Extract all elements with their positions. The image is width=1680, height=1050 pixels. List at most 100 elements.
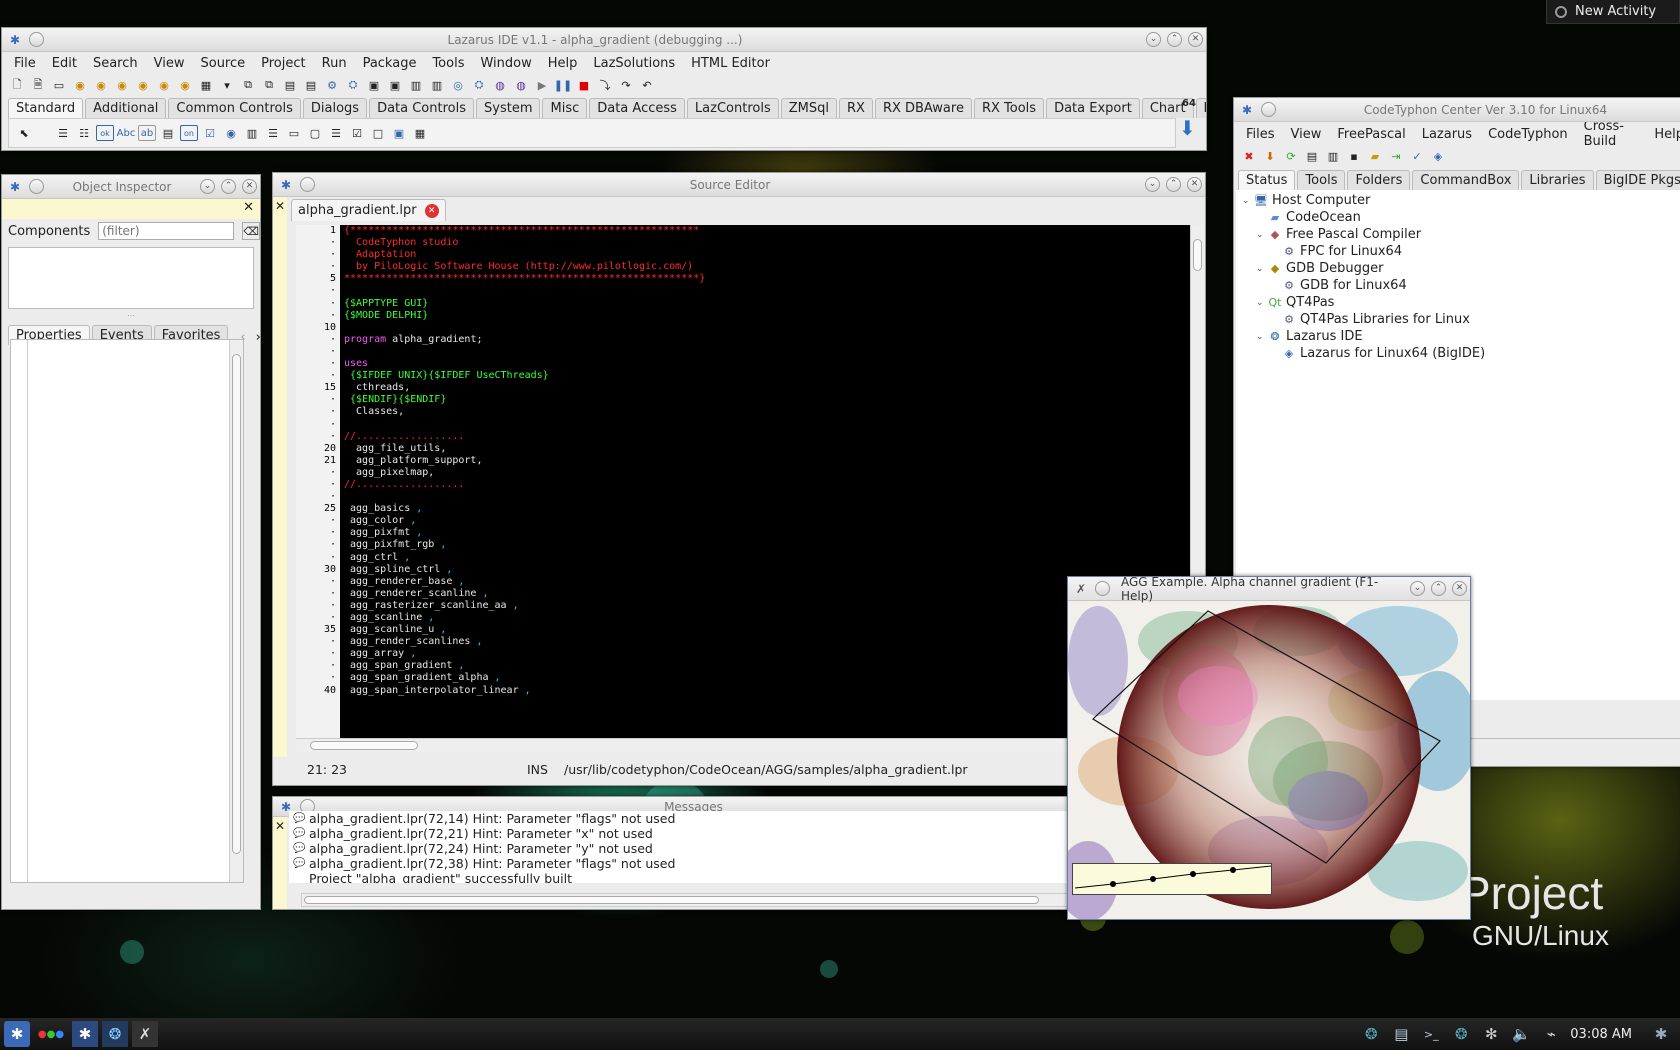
expand-toggle-icon[interactable]: ⌄ <box>1242 196 1254 206</box>
center-tab-folders[interactable]: Folders <box>1347 170 1411 190</box>
step-into-icon[interactable]: ⤵ <box>596 77 614 93</box>
ide-maximize-button[interactable]: ⌃ <box>1167 32 1182 47</box>
palette-tab-data-controls[interactable]: Data Controls <box>369 98 474 118</box>
code-line[interactable]: CodeTyphon studio <box>344 237 1190 249</box>
tcombobox-icon[interactable]: ☰ <box>264 125 282 141</box>
code-line[interactable] <box>344 491 1190 503</box>
expand-toggle-icon[interactable]: ⌄ <box>1256 230 1268 240</box>
center-app-icon[interactable]: ✱ <box>1240 103 1254 117</box>
code-line[interactable]: agg_renderer_scanline , <box>344 588 1190 600</box>
code-line[interactable]: {$APPTYPE GUI} <box>344 298 1190 310</box>
lazarus64-icon[interactable]: ◈ <box>1429 148 1447 164</box>
palette-tab-common-controls[interactable]: Common Controls <box>168 98 301 118</box>
tree-node[interactable]: ⚙ GDB for Linux64 <box>1236 277 1680 294</box>
components-icon[interactable]: ▥ <box>407 77 425 93</box>
object-inspector-titlebar[interactable]: ✱ Object Inspector ⌄ ⌃ ✕ <box>2 175 260 199</box>
code-line[interactable]: program alpha_gradient; <box>344 334 1190 346</box>
menu-file[interactable]: File <box>6 56 44 71</box>
menu-window[interactable]: Window <box>472 56 539 71</box>
tpopupmenu-icon[interactable]: ☷ <box>75 125 93 141</box>
code-line[interactable]: {$IFDEF UNIX}{$IFDEF UseCThreads} <box>344 370 1190 382</box>
center-menu-help[interactable]: Help <box>1646 127 1680 142</box>
menu-html-editor[interactable]: HTML Editor <box>683 56 778 71</box>
messages-hscroll-thumb[interactable] <box>304 896 1040 904</box>
tactionlist-icon[interactable]: ▦ <box>411 125 429 141</box>
tmainmenu-icon[interactable]: ☰ <box>54 125 72 141</box>
message-item[interactable]: 💬 alpha_gradient.lpr(72,21) Hint: Paramet… <box>293 826 1069 841</box>
message-item[interactable]: 💬 alpha_gradient.lpr(72,38) Hint: Paramet… <box>293 856 1069 871</box>
copy-icon[interactable]: ⧉ <box>239 77 257 93</box>
code-line[interactable]: ****************************************… <box>344 273 1190 285</box>
center-tab-bigide-pkgs[interactable]: BigIDE Pkgs <box>1595 170 1680 190</box>
tree-node[interactable]: ▰ CodeOcean <box>1236 209 1680 226</box>
code-line[interactable] <box>344 346 1190 358</box>
build-icon[interactable]: ▤ <box>302 77 320 93</box>
tray-bluetooth-icon[interactable]: ✻ <box>1478 1021 1504 1047</box>
tcheckbox-icon[interactable]: ☑ <box>201 125 219 141</box>
code-line[interactable]: agg_basics , <box>344 503 1190 515</box>
code-line[interactable]: agg_render_scanlines , <box>344 636 1190 648</box>
center-menu-cross-build[interactable]: Cross-Build <box>1576 119 1647 149</box>
message-item[interactable]: Project "alpha_gradient" successfully bu… <box>293 871 1069 883</box>
palette-tab-data-export[interactable]: Data Export <box>1046 98 1140 118</box>
tray-clipboard-icon[interactable]: ▤ <box>1388 1021 1414 1047</box>
se-minimize-button[interactable]: ⌄ <box>1145 177 1160 192</box>
palette-tab-system[interactable]: System <box>476 98 541 118</box>
property-grid-scrollbar[interactable] <box>229 340 243 882</box>
project-inspector-icon[interactable]: ⛭ <box>344 77 362 93</box>
code-lines[interactable]: {***************************************… <box>344 225 1190 697</box>
ide-titlebar[interactable]: ✱ Lazarus IDE v1.1 - alpha_gradient (deb… <box>2 28 1206 52</box>
download-icon[interactable]: ⬇ <box>1261 148 1279 164</box>
options-icon[interactable]: ⚙ <box>323 77 341 93</box>
tedit-icon[interactable]: ab <box>138 125 156 141</box>
agg-titlebar[interactable]: ✗ AGG Example. Alpha channel gradient (F… <box>1068 577 1470 603</box>
palette-tab-zmsql[interactable]: ZMSql <box>780 98 837 118</box>
spline-point[interactable] <box>1190 871 1196 877</box>
se-app-icon[interactable]: ✱ <box>279 178 293 192</box>
menu-view[interactable]: View <box>146 56 193 71</box>
code-line[interactable]: agg_span_gradient , <box>344 660 1190 672</box>
ide-app-icon[interactable]: ✱ <box>8 33 22 47</box>
editor-hscroll-thumb[interactable] <box>310 741 418 750</box>
code-line[interactable]: {$MODE DELPHI} <box>344 310 1190 322</box>
editor-tab-close-icon[interactable]: ✕ <box>424 203 439 218</box>
oi-tabs-right-icon[interactable]: › <box>256 330 260 345</box>
center-menu-codetyphon[interactable]: CodeTyphon <box>1480 127 1576 142</box>
tlistbox-icon[interactable]: ▥ <box>243 125 261 141</box>
editor-tab[interactable]: alpha_gradient.lpr ✕ <box>291 199 446 221</box>
ide-close-button[interactable]: ✕ <box>1188 32 1203 47</box>
code-line[interactable]: agg_pixelmap, <box>344 467 1190 479</box>
center-tab-libraries[interactable]: Libraries <box>1521 170 1594 190</box>
oi-splitter[interactable]: ⋯ <box>2 312 260 321</box>
expand-toggle-icon[interactable]: ⌄ <box>1256 264 1268 274</box>
code-line[interactable]: Adaptation <box>344 249 1190 261</box>
dropdown-arrow-icon[interactable]: ▾ <box>218 77 236 93</box>
compile-icon[interactable]: ▤ <box>281 77 299 93</box>
app-launcher-icon[interactable]: ✱ <box>4 1021 30 1047</box>
tframe-icon[interactable]: ▣ <box>390 125 408 141</box>
window-list-icon[interactable]: ▣ <box>365 77 383 93</box>
new-file-icon[interactable]: 🗋 <box>8 77 26 93</box>
disk-icon[interactable]: ▤ <box>1303 148 1321 164</box>
save-all-icon[interactable]: ◉ <box>134 77 152 93</box>
code-line[interactable]: //.................. <box>344 431 1190 443</box>
tree-node[interactable]: ⚙ QT4Pas Libraries for Linux <box>1236 311 1680 328</box>
tpanel-icon[interactable]: □ <box>369 125 387 141</box>
menu-help[interactable]: Help <box>540 56 586 71</box>
messages-list[interactable]: 💬 alpha_gradient.lpr(72,14) Hint: Paramet… <box>289 811 1069 883</box>
agg-maximize-button[interactable]: ⌃ <box>1431 581 1446 596</box>
code-line[interactable]: agg_scanline , <box>344 612 1190 624</box>
components-filter-input[interactable] <box>98 222 235 240</box>
run-params-icon[interactable]: ◍ <box>512 77 530 93</box>
code-line[interactable]: {***************************************… <box>344 225 1190 237</box>
palette-tab-la[interactable]: La <box>1195 98 1206 118</box>
code-line[interactable]: cthreads, <box>344 382 1190 394</box>
network-icon[interactable]: ⛭ <box>470 77 488 93</box>
breakpoint-icon[interactable]: ◍ <box>491 77 509 93</box>
tree-node[interactable]: ⌄ Qt QT4Pas <box>1236 294 1680 311</box>
tgroupbox-icon[interactable]: ▢ <box>306 125 324 141</box>
code-line[interactable]: agg_file_utils, <box>344 443 1190 455</box>
code-line[interactable]: //.................. <box>344 479 1190 491</box>
tcheckgroup-icon[interactable]: ☑ <box>348 125 366 141</box>
property-grid[interactable] <box>10 339 244 883</box>
